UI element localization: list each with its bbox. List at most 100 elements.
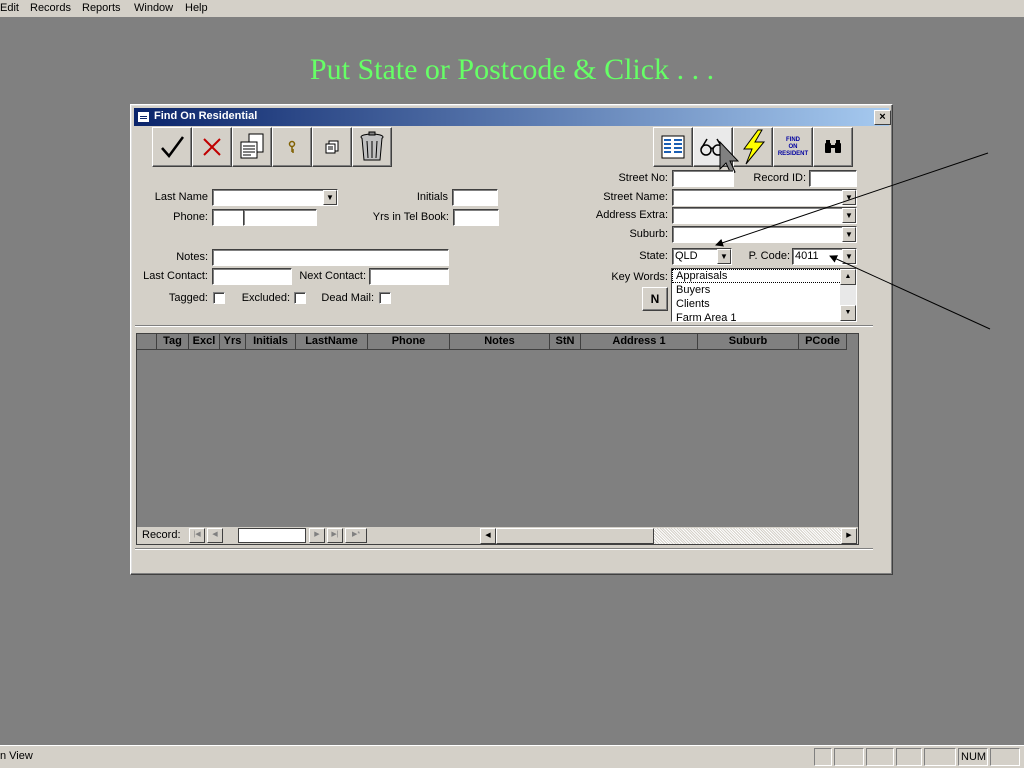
scroll-right-icon[interactable]: ▶ (841, 528, 857, 544)
combo-dropdown-icon[interactable]: ▼ (842, 190, 856, 205)
dead-mail-checkbox[interactable] (379, 292, 391, 304)
form-icon (138, 112, 149, 122)
find-on-resident-button[interactable]: FIND ON RESIDENT (773, 127, 813, 167)
status-pane (924, 748, 956, 766)
tagged-label: Tagged: (168, 292, 208, 304)
list-item[interactable]: Farm Area 1 (672, 311, 856, 321)
record-label: Record: (142, 529, 181, 541)
menu-help[interactable]: Help (185, 1, 208, 15)
first-record-icon[interactable]: |◀ (189, 528, 205, 543)
phone-label: Phone: (173, 211, 208, 223)
notes-field[interactable] (212, 249, 449, 266)
combo-dropdown-icon[interactable]: ▼ (842, 227, 856, 242)
record-number-field[interactable] (238, 528, 306, 543)
street-name-combo[interactable]: ▼ (672, 189, 857, 206)
lightning-button[interactable] (733, 127, 773, 167)
column-header[interactable]: Yrs (220, 334, 246, 350)
menu-records[interactable]: Records (30, 1, 71, 15)
combo-dropdown-icon[interactable]: ▼ (323, 190, 337, 205)
next-contact-field[interactable] (369, 268, 449, 285)
yrs-tel-book-field[interactable] (453, 209, 499, 226)
menu-reports[interactable]: Reports (82, 1, 121, 15)
previous-record-icon[interactable]: ◀ (207, 528, 223, 543)
list-item[interactable]: Buyers (672, 283, 856, 297)
initials-label: Initials (416, 191, 448, 203)
combo-dropdown-icon[interactable]: ▼ (842, 208, 856, 223)
combo-dropdown-icon[interactable]: ▼ (842, 249, 856, 264)
letters-button[interactable] (232, 127, 272, 167)
last-contact-field[interactable] (212, 268, 292, 285)
divider (135, 325, 873, 327)
list-item[interactable]: Appraisals (672, 269, 856, 283)
column-header[interactable]: StN (550, 334, 581, 350)
scroll-left-icon[interactable]: ◀ (480, 528, 496, 544)
initials-field[interactable] (452, 189, 498, 206)
pcode-combo[interactable]: 4011 ▼ (792, 248, 857, 265)
horizontal-scrollbar[interactable]: ◀ ▶ (480, 528, 857, 544)
new-record-icon[interactable]: ▶* (345, 528, 367, 543)
cancel-button[interactable] (192, 127, 232, 167)
key-button[interactable] (272, 127, 312, 167)
record-selector-header[interactable] (137, 334, 157, 350)
tagged-checkbox[interactable] (213, 292, 225, 304)
column-header[interactable]: Notes (450, 334, 550, 350)
column-header[interactable]: Excl (189, 334, 220, 350)
column-header[interactable]: Tag (157, 334, 189, 350)
menu-window[interactable]: Window (134, 1, 173, 15)
divider (135, 548, 873, 550)
column-header[interactable]: Address 1 (581, 334, 698, 350)
state-combo[interactable]: QLD ▼ (672, 248, 732, 265)
slide-heading: Put State or Postcode & Click . . . (309, 53, 715, 86)
lightning-bolt-icon (743, 129, 766, 165)
street-name-label: Street Name: (603, 191, 668, 203)
column-header[interactable]: Suburb (698, 334, 799, 350)
excluded-checkbox[interactable] (294, 292, 306, 304)
window-titlebar[interactable]: Find On Residential × (134, 108, 891, 126)
status-pane (834, 748, 864, 766)
menu-edit[interactable]: Edit (0, 1, 19, 15)
last-name-label: Last Name (154, 191, 208, 203)
listbox-scrollbar[interactable]: ▲ ▼ (840, 269, 856, 321)
phone-area-field[interactable] (212, 209, 244, 226)
status-pane (990, 748, 1020, 766)
combo-dropdown-icon[interactable]: ▼ (717, 249, 731, 264)
suburb-combo[interactable]: ▼ (672, 226, 857, 243)
street-no-field[interactable] (672, 170, 734, 187)
scroll-up-icon[interactable]: ▲ (840, 269, 856, 285)
form-view-button[interactable] (653, 127, 693, 167)
phone-number-field[interactable] (243, 209, 317, 226)
column-header[interactable]: Initials (246, 334, 296, 350)
list-item[interactable]: Clients (672, 297, 856, 311)
last-record-icon[interactable]: ▶| (327, 528, 343, 543)
menu-bar: Edit Records Reports Window Help (0, 0, 1024, 18)
status-pane (866, 748, 894, 766)
scrollbar-thumb[interactable] (496, 528, 654, 544)
ok-button[interactable] (152, 127, 192, 167)
column-header[interactable]: LastName (296, 334, 368, 350)
binoculars-button[interactable] (813, 127, 853, 167)
column-header[interactable]: PCode (799, 334, 847, 350)
column-header[interactable]: Phone (368, 334, 450, 350)
n-button[interactable]: N (642, 287, 668, 311)
next-record-icon[interactable]: ▶ (309, 528, 325, 543)
address-extra-combo[interactable]: ▼ (672, 207, 857, 224)
scroll-down-icon[interactable]: ▼ (840, 305, 856, 321)
suburb-label: Suburb: (629, 228, 668, 240)
status-pane (814, 748, 832, 766)
status-pane (896, 748, 922, 766)
on-label: ON (788, 143, 798, 150)
delete-button[interactable] (352, 127, 392, 167)
resident-label: RESIDENT (777, 150, 809, 157)
last-contact-label: Last Contact: (143, 270, 208, 282)
binoculars-icon (825, 140, 841, 153)
pcode-label: P. Code: (748, 250, 790, 262)
copy-button[interactable] (312, 127, 352, 167)
key-words-listbox[interactable]: Appraisals Buyers Clients Farm Area 1 ▲ … (671, 268, 857, 322)
notes-label: Notes: (176, 251, 208, 263)
key-icon (288, 140, 296, 153)
close-button[interactable]: × (874, 110, 891, 125)
record-id-field[interactable] (809, 170, 857, 187)
status-text: n View (0, 750, 33, 762)
state-label: State: (639, 250, 668, 262)
last-name-combo[interactable]: ▼ (212, 189, 338, 206)
